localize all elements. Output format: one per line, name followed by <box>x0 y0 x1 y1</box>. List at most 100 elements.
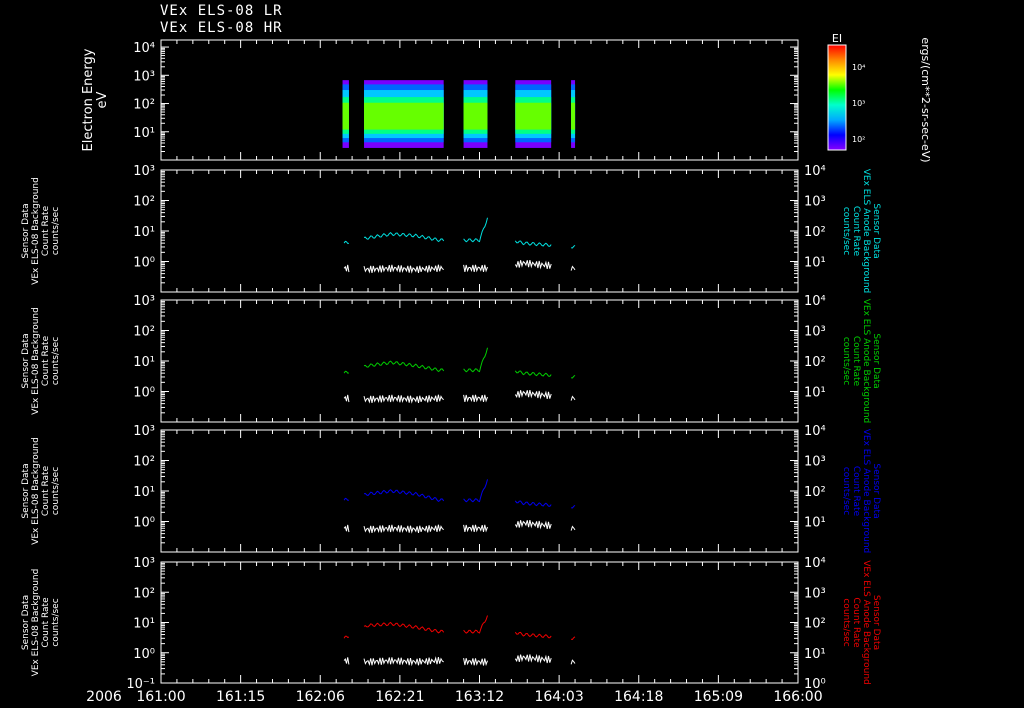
left-tick-label: 10² <box>133 195 155 210</box>
series-1-segment-1 <box>363 524 444 534</box>
spec-ytick-label: 10⁴ <box>133 41 155 56</box>
panels-group: 10⁴10³10²10¹Electron EnergyeV10³ 10⁴10² 10… <box>21 39 881 692</box>
left-tick-label: 10³ <box>133 556 155 571</box>
series-0-segment-1 <box>363 489 445 503</box>
left-tick-label: 10³ <box>133 294 155 309</box>
colorbar-units: ergs/(cm**2-sr-sec-eV) <box>919 37 932 162</box>
x-tick-label: 162:21 <box>375 689 424 705</box>
panel-frame-3 <box>160 429 799 553</box>
series-1-segment-2 <box>463 524 488 533</box>
series-1-segment-2 <box>463 658 488 667</box>
spec-band-3-4 <box>515 102 552 130</box>
series-0-segment-1 <box>363 360 445 373</box>
spec-ytick-label: 10³ <box>133 69 155 84</box>
left-axis-label: Sensor DataVEx ELS-08 BackgroundCount Ra… <box>21 437 61 545</box>
series-1-segment-0 <box>343 394 350 403</box>
series-1-segment-0 <box>343 657 350 665</box>
series-0-segment-1 <box>363 621 445 634</box>
left-tick-label: 10⁰ <box>133 386 155 401</box>
series-1-segment-4 <box>570 659 576 665</box>
spectrogram: 10⁴ 10³ 10² 10¹ Electron EnergyeV <box>81 41 798 153</box>
series-1-segment-3 <box>514 259 552 270</box>
right-tick-label: 10⁴ <box>804 424 826 439</box>
x-tick-label: 164:18 <box>614 689 663 705</box>
series-1-segment-1 <box>363 656 444 667</box>
series-1-segment-4 <box>570 525 576 531</box>
right-tick-label: 10² <box>804 485 826 500</box>
spec-band-4-4 <box>571 102 576 130</box>
count-rate-panel-3: 10³ 10⁴ 10² 10³ 10¹ 10² 10⁰ 10¹ Sensor DataVEx E… <box>21 424 881 553</box>
x-tick-label: 165:09 <box>694 689 743 705</box>
right-tick-label: 10³ <box>804 325 826 340</box>
right-tick-label: 10⁴ <box>804 294 826 309</box>
series-1-segment-0 <box>343 264 350 273</box>
left-axis-label: Sensor DataVEx ELS-08 BackgroundCount Ra… <box>21 307 61 415</box>
right-tick-label: 10¹ <box>804 256 826 271</box>
x-tick-label: 164:03 <box>534 689 583 705</box>
x-tick-label: 163:12 <box>455 689 504 705</box>
spec-band-2-4 <box>463 102 488 130</box>
colorbar-tick-label: 10⁴ <box>852 63 865 72</box>
plot-stage: 10⁴10³10²10¹Electron EnergyeV10³ 10⁴10² 10… <box>21 32 932 705</box>
series-0-segment-0 <box>343 370 349 374</box>
right-tick-label: 10⁴ <box>804 164 826 179</box>
left-tick-label: 10³ <box>133 424 155 439</box>
right-axis-label: Sensor DataVEx ELS Anode BackgroundCount… <box>841 299 881 423</box>
series-1-segment-4 <box>570 395 576 401</box>
left-tick-label: 10² <box>133 325 155 340</box>
x-tick-label: 166:00 <box>773 689 822 705</box>
series-1-segment-0 <box>343 524 350 533</box>
series-1-segment-3 <box>514 519 552 530</box>
series-1-segment-4 <box>570 265 576 271</box>
count-rate-panel-1: 10³ 10⁴ 10² 10³ 10¹ 10² 10⁰ 10¹ Sensor DataVEx E… <box>21 164 881 293</box>
series-0-segment-4 <box>571 505 576 509</box>
left-axis-label: Sensor DataVEx ELS-08 BackgroundCount Ra… <box>21 177 61 285</box>
x-tick-label: 162:06 <box>296 689 345 705</box>
left-tick-label: 10⁰ <box>133 516 155 531</box>
series-1-segment-3 <box>514 653 552 664</box>
left-tick-label: 10⁰ <box>133 256 155 271</box>
count-rate-panel-4: 10³ 10⁴10² 10³10¹ 10²10⁰ 10¹10⁻¹ 10⁰Sensor Da… <box>21 556 881 692</box>
series-0-segment-4 <box>571 636 576 640</box>
series-1-segment-2 <box>463 394 488 403</box>
right-axis-label: Sensor DataVEx ELS Anode BackgroundCount… <box>841 560 881 684</box>
left-tick-label: 10¹ <box>133 355 155 370</box>
right-tick-label: 10³ <box>804 586 826 601</box>
left-tick-label: 10² <box>133 586 155 601</box>
series-0-segment-3 <box>514 631 552 639</box>
right-tick-label: 10² <box>804 225 826 240</box>
colorbar-tick-label: 10³ <box>852 99 865 108</box>
right-tick-label: 10¹ <box>804 386 826 401</box>
series-0-segment-3 <box>514 240 552 247</box>
series-0-segment-2 <box>463 217 488 243</box>
series-0-segment-0 <box>343 635 350 639</box>
series-0-segment-0 <box>343 497 349 501</box>
series-0-segment-2 <box>463 615 488 634</box>
colorbar-title: EI <box>832 32 842 45</box>
spec-ytick-label: 10² <box>133 98 155 113</box>
right-tick-label: 10¹ <box>804 647 826 662</box>
spec-ylabel: Electron EnergyeV <box>81 48 110 151</box>
series-1-segment-1 <box>363 264 444 274</box>
left-tick-label: 10¹ <box>133 485 155 500</box>
series-0-segment-3 <box>514 370 552 377</box>
series-0-segment-4 <box>571 245 576 249</box>
colorbar-group: EI 10⁴ 10³ 10² ergs/(cm**2-sr-sec-eV) <box>827 32 932 163</box>
panel-frame-2 <box>160 299 799 423</box>
right-tick-label: 10³ <box>804 455 826 470</box>
right-axis-label: Sensor DataVEx ELS Anode BackgroundCount… <box>841 429 881 553</box>
year-label: 2006 <box>86 689 122 705</box>
right-tick-label: 10⁴ <box>804 556 826 571</box>
x-tick-label: 161:00 <box>136 689 185 705</box>
x-tick-label: 161:15 <box>216 689 265 705</box>
series-0-segment-2 <box>463 479 488 503</box>
right-tick-label: 10¹ <box>804 516 826 531</box>
spec-ytick-label: 10¹ <box>133 126 155 141</box>
panel-frame-1 <box>160 169 799 293</box>
series-0-segment-3 <box>514 500 552 507</box>
series-0-segment-4 <box>571 375 576 379</box>
spec-band-0-4 <box>342 102 349 130</box>
colorbar-scale <box>827 44 847 151</box>
left-tick-label: 10² <box>133 455 155 470</box>
right-tick-label: 10² <box>804 617 826 632</box>
